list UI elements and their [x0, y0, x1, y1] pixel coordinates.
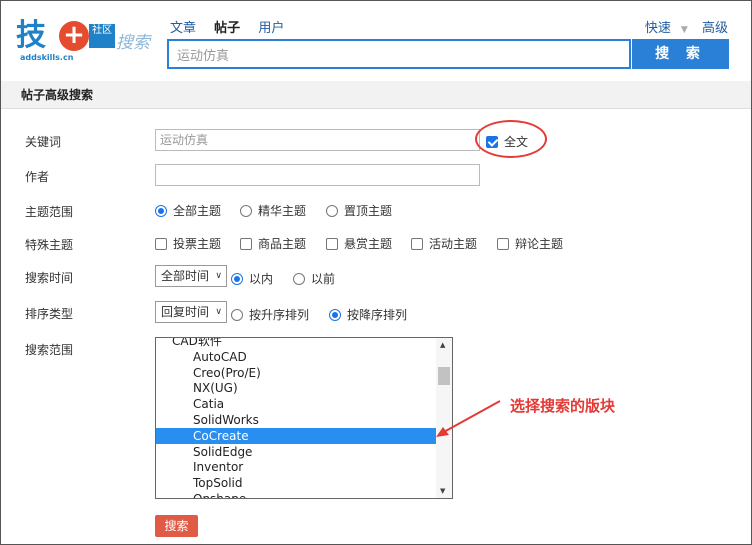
special-option-label: 投票主题 [173, 237, 222, 251]
special-label: 特殊主题 [25, 238, 74, 252]
scope-option-label: 置顶主题 [344, 204, 393, 218]
checkbox-icon [240, 237, 252, 250]
author-label: 作者 [25, 170, 50, 184]
special-checkbox-goods[interactable]: 商品主题 [240, 235, 306, 252]
author-input[interactable] [155, 164, 480, 186]
time-select[interactable]: 全部时间 ∨ [155, 265, 227, 287]
listbox-option[interactable]: CoCreate [156, 427, 452, 444]
tab-articles[interactable]: 文章 [170, 21, 196, 36]
scope-radio-digest[interactable]: 精华主题 [240, 202, 306, 219]
search-input[interactable] [169, 41, 629, 67]
checkbox-icon [326, 237, 338, 250]
scope-option-label: 精华主题 [258, 204, 307, 218]
time-select-value: 全部时间 [161, 269, 210, 283]
section-title: 帖子高级搜索 [1, 81, 751, 109]
listbox-option[interactable]: NX(UG) [156, 380, 452, 396]
quick-label: 快速 [644, 21, 671, 36]
radio-icon [231, 308, 243, 321]
quick-search-link[interactable]: 快速 ▼ [635, 21, 688, 36]
search-button[interactable]: 搜 索 [632, 39, 729, 69]
listbox-items: CAD软件 AutoCAD Creo(Pro/E) NX(UG) Catia SolidW… [156, 338, 452, 498]
submit-search-button[interactable]: 搜索 [155, 515, 198, 537]
special-option-label: 商品主题 [258, 237, 307, 251]
tab-posts[interactable]: 帖子 [214, 21, 240, 36]
listbox-option[interactable]: Inventor [156, 459, 452, 475]
sort-select-value: 回复时间 [161, 305, 210, 319]
range-label: 搜索范围 [25, 343, 74, 357]
checkbox-icon [411, 237, 423, 250]
logo-badge: 社区 [89, 24, 115, 48]
advanced-search-link[interactable]: 高级 [702, 21, 728, 36]
sort-option-label: 按降序排列 [347, 308, 408, 322]
sort-radio-asc[interactable]: 按升序排列 [231, 306, 309, 323]
chevron-down-icon: ∨ [215, 271, 222, 281]
listbox-option[interactable]: Onshape [156, 491, 452, 498]
listbox-option[interactable]: SolidWorks [156, 412, 452, 428]
radio-icon [326, 204, 338, 217]
checkbox-icon [497, 237, 509, 250]
radio-icon [293, 272, 305, 285]
sort-radio-desc[interactable]: 按降序排列 [329, 306, 407, 323]
time-radio-before[interactable]: 以前 [293, 270, 335, 287]
top-right-links: 快速 ▼ 高级 [625, 17, 728, 36]
site-logo[interactable]: 技 + 社区 搜索 addskills.cn [16, 18, 154, 68]
time-option-label: 以前 [311, 272, 336, 286]
logo-search-word: 搜索 [116, 33, 150, 53]
scope-option-label: 全部主题 [173, 204, 222, 218]
radio-checked-icon [155, 204, 167, 217]
chevron-down-icon: ∨ [215, 307, 222, 317]
sort-label: 排序类型 [25, 307, 74, 321]
listbox-option[interactable]: Creo(Pro/E) [156, 365, 452, 381]
special-option-label: 悬赏主题 [344, 237, 393, 251]
logo-domain: addskills.cn [20, 53, 74, 62]
radio-checked-icon [329, 308, 341, 321]
annotation-arrow-icon [436, 400, 501, 437]
scope-radio-all[interactable]: 全部主题 [155, 202, 221, 219]
scope-label: 主题范围 [25, 205, 74, 219]
radio-icon [240, 204, 252, 217]
scope-radio-sticky[interactable]: 置顶主题 [326, 202, 392, 219]
special-option-label: 活动主题 [429, 237, 478, 251]
forum-listbox[interactable]: CAD软件 AutoCAD Creo(Pro/E) NX(UG) Catia SolidW… [155, 337, 453, 499]
keyword-input[interactable]: 运动仿真 [155, 129, 480, 151]
sort-option-label: 按升序排列 [249, 308, 310, 322]
highlight-ellipse [475, 120, 547, 158]
scroll-up-icon[interactable]: ▲ [440, 341, 445, 349]
sort-select[interactable]: 回复时间 ∨ [155, 301, 227, 323]
listbox-option[interactable]: SolidEdge [156, 444, 452, 460]
listbox-option[interactable]: TopSolid [156, 475, 452, 491]
special-checkbox-reward[interactable]: 悬赏主题 [326, 235, 392, 252]
nav-tabs: 文章 帖子 用户 [170, 17, 298, 36]
search-box [167, 39, 631, 69]
scroll-thumb[interactable] [438, 367, 450, 385]
radio-checked-icon [231, 272, 243, 285]
special-checkbox-vote[interactable]: 投票主题 [155, 235, 221, 252]
time-radio-within[interactable]: 以内 [231, 270, 273, 287]
special-checkbox-activity[interactable]: 活动主题 [411, 235, 477, 252]
scroll-down-icon[interactable]: ▼ [440, 487, 445, 495]
logo-plus-icon: + [59, 21, 89, 51]
tab-users[interactable]: 用户 [258, 21, 284, 36]
checkbox-icon [155, 237, 167, 250]
chevron-down-icon: ▼ [680, 25, 688, 35]
logo-char: 技 [16, 18, 46, 53]
listbox-option[interactable]: Catia [156, 396, 452, 412]
keyword-label: 关键词 [25, 135, 62, 149]
listbox-option[interactable]: AutoCAD [156, 349, 452, 365]
listbox-group-header[interactable]: CAD软件 [156, 338, 452, 349]
special-checkbox-debate[interactable]: 辩论主题 [497, 235, 563, 252]
annotation-label: 选择搜索的版块 [510, 397, 616, 415]
time-option-label: 以内 [249, 272, 274, 286]
special-option-label: 辩论主题 [515, 237, 564, 251]
time-label: 搜索时间 [25, 271, 74, 285]
